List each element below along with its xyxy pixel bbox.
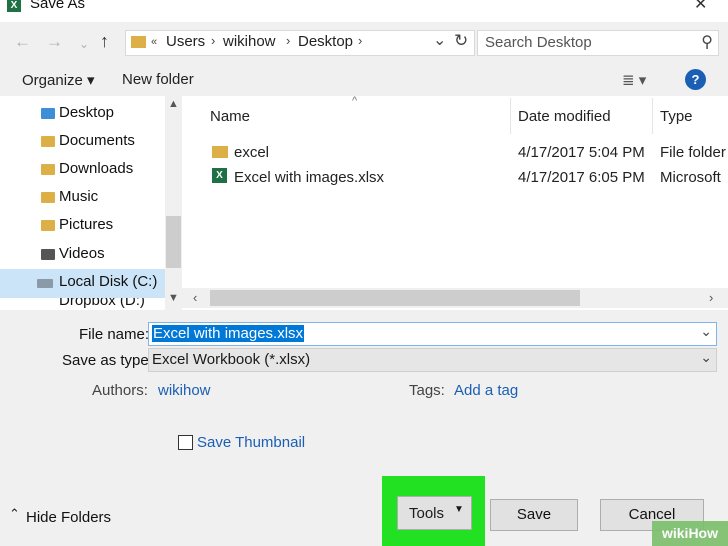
excel-app-icon: X <box>7 0 21 12</box>
nav-scrollbar[interactable] <box>165 96 182 310</box>
folder-icon <box>131 36 146 48</box>
chevron-right-icon[interactable]: › <box>358 33 362 48</box>
tools-button[interactable]: Tools ▼ <box>397 496 472 530</box>
file-type: File folder <box>660 144 726 161</box>
up-arrow-icon[interactable]: ↑ <box>100 31 109 52</box>
search-box[interactable]: Search Desktop ⚲ <box>477 30 719 56</box>
chevron-down-icon[interactable]: ⌄ <box>433 30 446 50</box>
file-date: 4/17/2017 5:04 PM <box>518 144 645 161</box>
close-icon[interactable]: ✕ <box>694 0 707 14</box>
view-options-icon[interactable]: ≣ ▾ <box>622 71 646 89</box>
scroll-left-icon[interactable]: ‹ <box>193 290 197 305</box>
nav-item-pictures[interactable]: Pictures <box>0 212 165 240</box>
save-button[interactable]: Save <box>490 499 578 531</box>
nav-item-label: Desktop <box>59 104 115 121</box>
documents-folder-icon <box>41 136 55 147</box>
save-as-type-value: Excel Workbook (*.xlsx) <box>152 351 311 368</box>
nav-item-local-disk[interactable]: Local Disk (C:) <box>0 269 165 298</box>
file-date: 4/17/2017 6:05 PM <box>518 169 645 186</box>
forward-arrow-icon[interactable]: → <box>46 32 63 52</box>
window-title: Save As <box>30 0 86 12</box>
file-name[interactable]: excel <box>234 144 269 161</box>
videos-folder-icon <box>41 249 55 260</box>
file-list <box>182 96 728 310</box>
nav-item-dropbox[interactable]: Dropbox (D:) <box>0 298 165 310</box>
authors-value[interactable]: wikihow <box>158 382 211 399</box>
refresh-icon[interactable]: ↻ <box>454 31 468 51</box>
column-header-type[interactable]: Type <box>660 108 693 125</box>
hide-folders-button[interactable]: Hide Folders <box>26 509 111 526</box>
chevron-down-icon[interactable]: ⌄ <box>700 323 712 340</box>
nav-item-label: Videos <box>59 245 105 262</box>
pictures-folder-icon <box>41 220 55 231</box>
nav-item-label: Downloads <box>59 160 134 177</box>
search-input[interactable]: Search Desktop <box>485 34 592 51</box>
chevron-right-icon[interactable]: › <box>211 33 215 48</box>
new-folder-button[interactable]: New folder <box>122 71 194 88</box>
column-divider[interactable] <box>652 98 653 134</box>
command-bar <box>0 64 728 96</box>
add-tag-link[interactable]: Add a tag <box>454 382 518 399</box>
sort-ascending-icon: ^ <box>352 95 358 107</box>
nav-item-videos[interactable]: Videos <box>0 241 165 269</box>
nav-item-downloads[interactable]: Downloads <box>0 156 165 184</box>
save-as-type-label: Save as type: <box>62 352 153 369</box>
scroll-up-icon[interactable]: ▲ <box>168 98 179 110</box>
nav-item-documents[interactable]: Documents <box>0 128 165 156</box>
chevron-right-icon[interactable]: › <box>286 33 290 48</box>
help-icon[interactable]: ? <box>685 69 706 90</box>
column-header-name[interactable]: Name <box>210 108 250 125</box>
nav-scroll-thumb[interactable] <box>166 216 181 268</box>
column-divider[interactable] <box>510 98 511 134</box>
tags-label: Tags: <box>409 382 445 399</box>
downloads-folder-icon <box>41 164 55 175</box>
file-name-label: File name: <box>79 326 150 343</box>
nav-item-label: Documents <box>59 132 135 149</box>
horizontal-scroll-thumb[interactable] <box>210 290 580 306</box>
music-folder-icon <box>41 192 55 203</box>
nav-item-desktop[interactable]: Desktop <box>0 100 165 128</box>
scroll-down-icon[interactable]: ▼ <box>168 292 179 304</box>
file-type: Microsoft <box>660 169 721 186</box>
folder-icon <box>212 146 228 158</box>
file-name-field[interactable]: Excel with images.xlsx ⌄ <box>148 322 717 346</box>
back-arrow-icon[interactable]: ← <box>14 32 31 52</box>
search-icon[interactable]: ⚲ <box>701 32 713 52</box>
save-thumbnail-checkbox[interactable] <box>178 435 193 450</box>
breadcrumb-users[interactable]: Users <box>166 33 205 50</box>
chevron-down-icon[interactable]: ⌄ <box>700 349 712 366</box>
save-as-type-select[interactable]: Excel Workbook (*.xlsx) ⌄ <box>148 348 717 372</box>
tools-label: Tools <box>409 505 445 522</box>
wikihow-watermark: wikiHow <box>652 521 728 546</box>
organize-button[interactable]: Organize ▾ <box>22 71 95 89</box>
authors-label: Authors: <box>92 382 148 399</box>
recent-locations-icon[interactable]: ⌄ <box>79 37 89 51</box>
file-name[interactable]: Excel with images.xlsx <box>234 169 384 186</box>
breadcrumb-wikihow[interactable]: wikihow <box>223 33 276 50</box>
nav-item-music[interactable]: Music <box>0 184 165 212</box>
title-bar: X Save As ✕ <box>0 0 728 22</box>
nav-item-label: Dropbox (D:) <box>59 298 145 309</box>
scroll-right-icon[interactable]: › <box>709 290 713 305</box>
overflow-chevron-icon[interactable]: « <box>151 36 157 48</box>
save-thumbnail-label[interactable]: Save Thumbnail <box>197 434 305 451</box>
file-name-input[interactable]: Excel with images.xlsx <box>152 325 305 342</box>
desktop-folder-icon <box>41 108 55 119</box>
nav-item-label: Local Disk (C:) <box>59 273 158 290</box>
dropdown-arrow-icon[interactable]: ▼ <box>454 504 464 515</box>
column-header-date[interactable]: Date modified <box>518 108 611 125</box>
nav-item-label: Music <box>59 188 99 205</box>
chevron-up-icon[interactable]: ⌃ <box>9 506 20 522</box>
drive-icon <box>37 279 53 288</box>
breadcrumb-desktop[interactable]: Desktop <box>298 33 353 50</box>
excel-file-icon: X <box>212 168 227 183</box>
nav-item-label: Pictures <box>59 216 114 233</box>
